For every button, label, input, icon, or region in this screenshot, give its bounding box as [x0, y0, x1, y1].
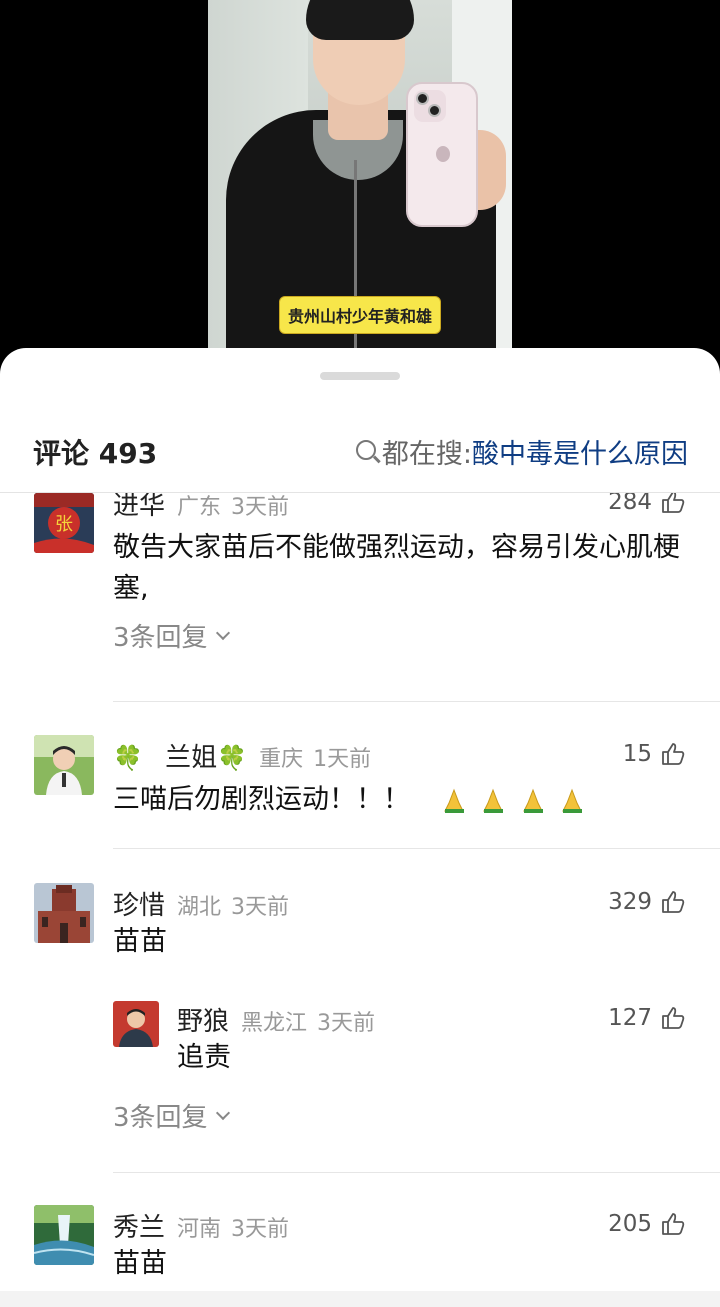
search-prefix: 都在搜: [381, 439, 472, 470]
comment-text: 三喵后勿剧烈运动！！！ [113, 779, 693, 820]
pray-hands-icon [443, 788, 464, 813]
bottom-bar [0, 1291, 720, 1307]
like-button[interactable]: 205 [608, 1211, 686, 1237]
like-button[interactable]: 329 [608, 889, 686, 915]
comment-divider [113, 701, 720, 702]
thumbs-up-icon [662, 1213, 685, 1235]
comment-text-content: 三喵后勿剧烈运动！！！ [113, 784, 410, 815]
comment-text: 苗苗 [113, 1248, 167, 1279]
phone-camera-block [414, 90, 446, 122]
comment-meta: 珍惜 湖北 3天前 [113, 885, 289, 922]
comments-list[interactable]: 张 进华 广东 3天前 284 敬告大家苗后不能做强烈运动，容易引发心肌梗塞, … [0, 493, 720, 1307]
like-button[interactable]: 284 [608, 493, 686, 515]
comment-username[interactable]: 珍惜 [113, 885, 165, 922]
reply-like-button[interactable]: 127 [608, 1005, 686, 1031]
pray-hands-icon [562, 788, 583, 813]
reply-username[interactable]: 野狼 [177, 1001, 229, 1038]
avatar[interactable] [34, 883, 94, 943]
like-count: 15 [622, 741, 652, 767]
comment-divider [113, 848, 720, 849]
reply-text: 追责 [177, 1042, 231, 1073]
apple-logo-icon [436, 146, 450, 162]
video-player[interactable]: 贵州山村少年黄和雄 [0, 0, 720, 380]
comments-sheet: 评论 493 都在搜: 酸中毒是什么原因 张 进华 广东 3天前 284 敬告大… [0, 348, 720, 1307]
thumbs-up-icon [662, 743, 685, 765]
comment-text: 敬告大家苗后不能做强烈运动，容易引发心肌梗塞, [113, 532, 680, 604]
trending-search-link[interactable]: 都在搜: 酸中毒是什么原因 [355, 432, 688, 471]
avatar[interactable]: 张 [34, 493, 94, 553]
camera-lens-icon [428, 104, 441, 117]
camera-lens-icon [416, 92, 429, 105]
clover-emoji-icon: 🍀 [217, 744, 248, 772]
comment-username[interactable]: 秀兰 [113, 1207, 165, 1244]
avatar-image: 张 [34, 493, 94, 553]
chevron-down-icon [215, 625, 230, 640]
reply-time: 3天前 [317, 1011, 376, 1036]
pray-hands-icon [522, 788, 543, 813]
search-icon [355, 439, 376, 460]
like-count: 284 [608, 493, 652, 515]
comment-meta: 进华 广东 3天前 [113, 493, 289, 522]
comment-location: 河南 [177, 1217, 222, 1242]
comment-location: 湖北 [177, 895, 222, 920]
video-phone [406, 82, 478, 227]
avatar-image [34, 735, 94, 795]
comment-time: 3天前 [231, 495, 290, 520]
comment-time: 3天前 [231, 895, 290, 920]
avatar[interactable] [113, 1001, 159, 1047]
video-person-hair [306, 0, 414, 40]
comment-username-text: 兰姐 [165, 743, 218, 773]
avatar-image [34, 883, 94, 943]
thumbs-up-icon [662, 891, 685, 913]
like-count: 329 [608, 889, 652, 915]
replies-label: 3条回复 [113, 623, 208, 653]
comment-location: 重庆 [259, 747, 304, 772]
thumbs-up-icon [662, 1007, 685, 1029]
avatar[interactable] [34, 1205, 94, 1265]
avatar-image [34, 1205, 94, 1265]
comment-text: 苗苗 [113, 926, 167, 957]
pray-emoji-group [437, 784, 587, 815]
pray-hands-icon [483, 788, 504, 813]
view-replies-button[interactable]: 3条回复 [113, 1097, 230, 1134]
reply-location: 黑龙江 [241, 1011, 308, 1036]
reply-meta: 野狼 黑龙江 3天前 [177, 1001, 375, 1038]
video-person-zipper [354, 160, 357, 380]
like-button[interactable]: 15 [623, 741, 686, 767]
avatar[interactable] [34, 735, 94, 795]
video-frame[interactable]: 贵州山村少年黄和雄 [208, 0, 512, 380]
comment-divider [113, 1172, 720, 1173]
chevron-down-icon [215, 1105, 230, 1120]
clover-emoji-icon: 🍀 [113, 744, 143, 772]
comment-time: 1天前 [313, 747, 372, 772]
sheet-drag-handle[interactable] [320, 372, 400, 380]
comment-time: 3天前 [231, 1217, 290, 1242]
view-replies-button[interactable]: 3条回复 [113, 617, 230, 654]
comment-username[interactable]: 进华 [113, 493, 165, 522]
like-count: 127 [608, 1005, 652, 1031]
avatar-image [113, 1001, 159, 1047]
thumbs-up-icon [662, 493, 685, 513]
replies-label: 3条回复 [113, 1103, 208, 1133]
avatar-text: 张 [55, 514, 73, 535]
comment-username[interactable]: 🍀 兰姐🍀 [113, 737, 247, 774]
comments-header: 评论 493 都在搜: 酸中毒是什么原因 [0, 426, 720, 476]
comment-location: 广东 [177, 495, 222, 520]
comments-count-title: 评论 493 [33, 437, 158, 470]
comment-meta: 秀兰 河南 3天前 [113, 1207, 289, 1244]
like-count: 205 [608, 1211, 652, 1237]
video-caption: 贵州山村少年黄和雄 [278, 296, 441, 334]
search-term[interactable]: 酸中毒是什么原因 [472, 432, 688, 471]
comment-meta: 🍀 兰姐🍀 重庆 1天前 [113, 737, 371, 774]
